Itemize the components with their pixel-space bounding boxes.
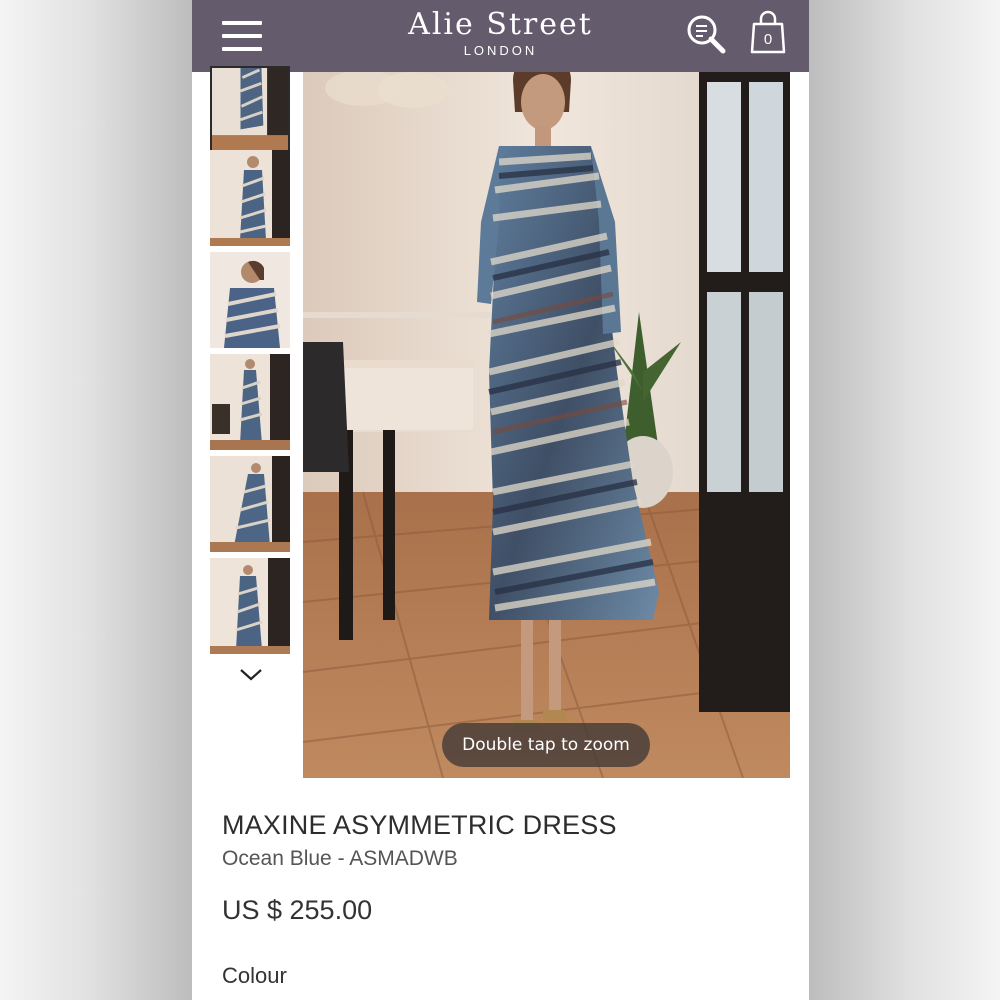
brand-logo[interactable]: Alie Street LONDON	[372, 6, 629, 58]
shopping-bag-icon[interactable]: 0	[748, 10, 788, 56]
colour-section-label: Colour	[222, 963, 287, 988]
main-product-image[interactable]: Double tap to zoom	[303, 72, 790, 778]
brand-subtitle: LONDON	[463, 43, 538, 58]
thumbnail-3[interactable]	[210, 252, 290, 348]
brand-name: Alie Street	[408, 7, 593, 42]
background-right	[809, 0, 1000, 1000]
chevron-down-icon[interactable]	[238, 666, 264, 684]
product-title: MAXINE ASYMMETRIC DRESS	[222, 810, 617, 840]
thumbnail-4[interactable]	[210, 354, 290, 450]
cart-count-badge: 0	[763, 31, 773, 48]
thumbnail-1[interactable]	[210, 66, 290, 162]
product-price: US $ 255.00	[222, 895, 373, 925]
product-variant-sku: Ocean Blue - ASMADWB	[222, 847, 458, 870]
hamburger-menu-icon[interactable]	[220, 19, 264, 53]
phone-screen: Alie Street LONDON 0 Double tap to zoom …	[192, 0, 809, 1000]
background-left	[0, 0, 192, 1000]
thumbnail-5[interactable]	[210, 456, 290, 552]
thumbnail-strip	[210, 66, 292, 692]
site-header: Alie Street LONDON 0	[192, 0, 809, 72]
thumbnail-6[interactable]	[210, 558, 290, 654]
search-icon[interactable]	[684, 12, 728, 56]
zoom-hint-overlay: Double tap to zoom	[442, 723, 650, 767]
thumbnail-2[interactable]	[210, 150, 290, 246]
